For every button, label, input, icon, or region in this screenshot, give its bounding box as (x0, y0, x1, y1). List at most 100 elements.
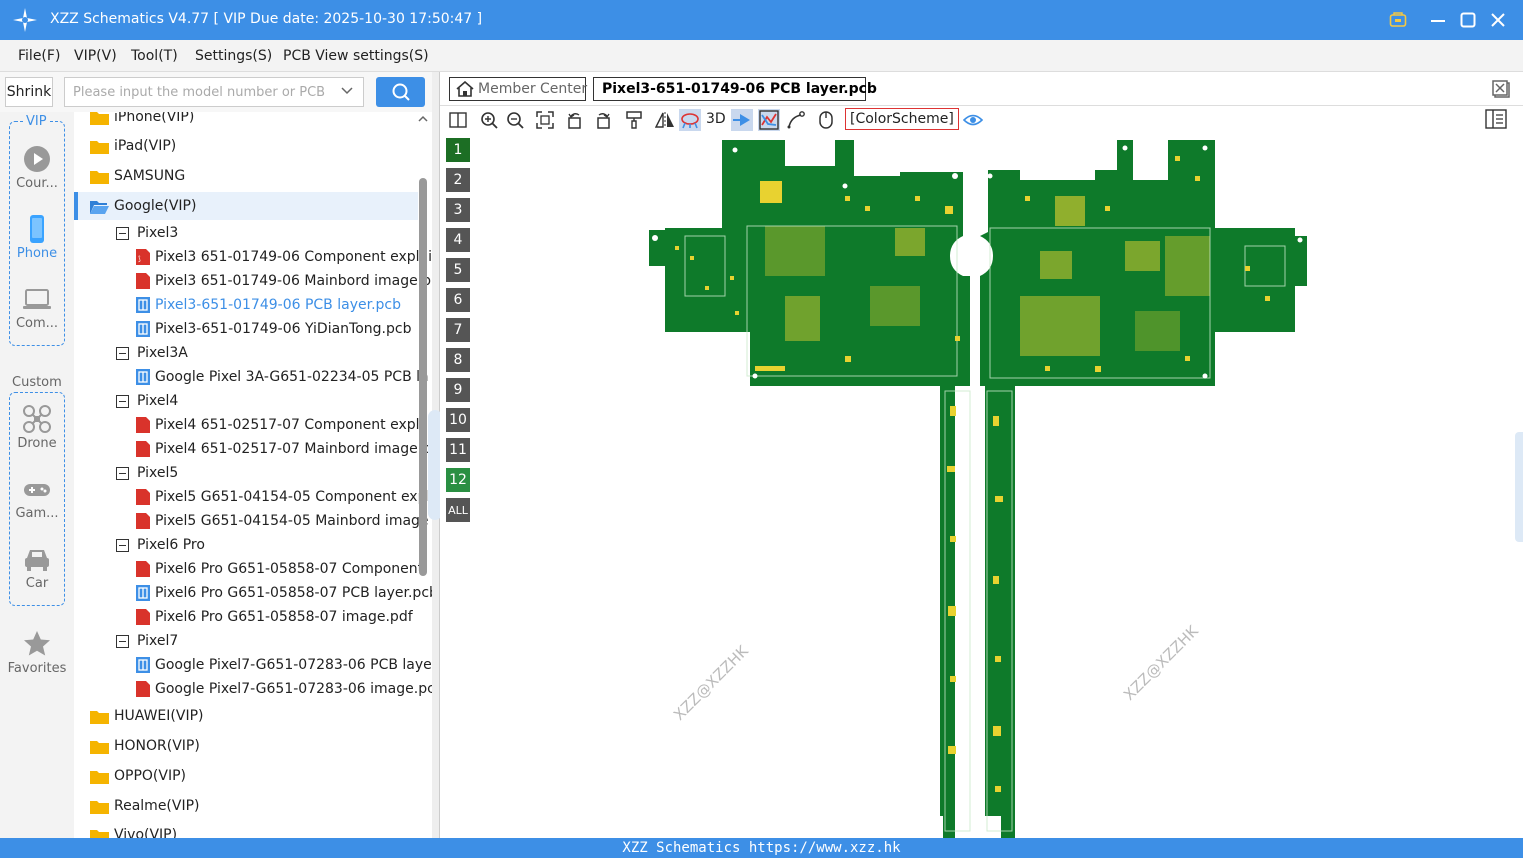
layer-button-4[interactable]: 4 (446, 228, 470, 252)
tree-folder[interactable]: SAMSUNG (90, 164, 432, 188)
collapse-icon[interactable] (116, 394, 129, 408)
mirror-button[interactable] (654, 109, 676, 131)
tree-file[interactable]: Pixel6 Pro G651-05858-07 PCB layer.pcb (136, 581, 432, 605)
tree-file[interactable]: Google Pixel7-G651-07283-06 PCB laye (136, 653, 432, 677)
tree-folder[interactable]: HUAWEI(VIP) (90, 704, 432, 728)
eye-icon (963, 114, 983, 126)
tree-group[interactable]: Pixel4 (116, 389, 432, 413)
right-panel-handle[interactable] (1515, 432, 1523, 542)
flying-line-button[interactable] (731, 109, 753, 131)
search-input[interactable] (64, 77, 364, 107)
pdf-file-icon (136, 489, 150, 505)
tree-folder[interactable]: iPhone(VIP) (90, 112, 432, 129)
rail-item-phone[interactable]: Phone (0, 214, 74, 261)
layer-button-5[interactable]: 5 (446, 258, 470, 282)
close-tab-icon[interactable] (1492, 80, 1512, 100)
menu-pcb-view-settings[interactable]: PCB View settings(S) (283, 48, 429, 64)
visibility-button[interactable] (962, 109, 984, 131)
pcb-file-icon (136, 585, 150, 601)
menu-vip[interactable]: VIP(V) (74, 48, 117, 64)
tree-group[interactable]: Pixel7 (116, 629, 432, 653)
tree-file[interactable]: Pixel6 Pro G651-05858-07 Component (136, 557, 432, 581)
menu-tool[interactable]: Tool(T) (131, 48, 178, 64)
format-painter-button[interactable] (623, 109, 645, 131)
tree-folder-selected[interactable]: Google(VIP) (74, 192, 418, 220)
tab-member-center[interactable]: Member Center (449, 77, 587, 101)
pcb-board-canvas[interactable] (645, 136, 1310, 838)
layer-button-8[interactable]: 8 (446, 348, 470, 372)
tree-scrollbar[interactable] (419, 178, 427, 576)
tree-folder[interactable]: OPPO(VIP) (90, 764, 432, 788)
collapse-icon[interactable] (116, 346, 129, 360)
tree-file[interactable]: Pixel5 G651-04154-05 Component expl (136, 485, 432, 509)
rail-item-games[interactable]: Gam... (0, 474, 74, 521)
layer-button-9[interactable]: 9 (446, 378, 470, 402)
layer-button-11[interactable]: 11 (446, 438, 470, 462)
scroll-up-icon[interactable] (418, 114, 428, 124)
mirror-icon (655, 112, 674, 128)
layer-button-all[interactable]: ALL (446, 498, 470, 522)
close-button[interactable] (1487, 9, 1509, 31)
fit-view-button[interactable] (534, 109, 556, 131)
rail-item-favorites[interactable]: Favorites (0, 629, 74, 676)
tree-group[interactable]: Pixel3 (116, 221, 432, 245)
tree-file-active[interactable]: Pixel3-651-01749-06 PCB layer.pcb (136, 293, 432, 317)
tab-pcb-file[interactable]: Pixel3-651-01749-06 PCB layer.pcb (593, 77, 877, 101)
mouse-mode-button[interactable] (815, 109, 837, 131)
layer-button-3[interactable]: 3 (446, 198, 470, 222)
menu-file[interactable]: File(F) (18, 48, 60, 64)
rotate-left-button[interactable] (564, 109, 586, 131)
toggle-3d-button[interactable]: 3D (706, 111, 726, 127)
minimize-button[interactable] (1427, 9, 1449, 31)
tree-file[interactable]: Pixel3 651-01749-06 Mainbord image.p (136, 269, 432, 293)
wallet-button[interactable] (1387, 9, 1409, 31)
split-view-button[interactable] (447, 109, 469, 131)
tree-group[interactable]: Pixel5 (116, 461, 432, 485)
search-button[interactable] (376, 77, 425, 107)
tree-file[interactable]: Pixel6 Pro G651-05858-07 image.pdf (136, 605, 432, 629)
folder-icon (90, 770, 109, 784)
tree-file[interactable]: ⟆ Pixel3 651-01749-06 Component explai (136, 245, 432, 269)
side-panel-icon[interactable] (1485, 109, 1507, 129)
category-rail: VIP Cour... Phone Com... Custom Drone Ga… (0, 112, 74, 838)
tree-file[interactable]: Pixel5 G651-04154-05 Mainbord image (136, 509, 432, 533)
maximize-button[interactable] (1457, 9, 1479, 31)
net-highlight-button[interactable] (679, 109, 701, 131)
shrink-button[interactable]: Shrink (5, 77, 53, 107)
tree-file[interactable]: Pixel4 651-02517-07 Component explai (136, 413, 432, 437)
collapse-icon[interactable] (116, 538, 129, 552)
rail-item-car[interactable]: Car (0, 544, 74, 591)
rotate-right-button[interactable] (592, 109, 614, 131)
tree-folder[interactable]: Realme(VIP) (90, 794, 432, 818)
tree-group[interactable]: Pixel6 Pro (116, 533, 432, 557)
tree-file[interactable]: Google Pixel7-G651-07283-06 image.pc (136, 677, 432, 701)
rail-item-courses[interactable]: Cour... (0, 144, 74, 191)
zoom-in-button[interactable] (478, 109, 500, 131)
rail-item-computer[interactable]: Com... (0, 284, 74, 331)
collapse-icon[interactable] (116, 634, 129, 648)
layer-button-2[interactable]: 2 (446, 168, 470, 192)
tree-folder[interactable]: HONOR(VIP) (90, 734, 432, 758)
menu-settings[interactable]: Settings(S) (195, 48, 272, 64)
layer-button-6[interactable]: 6 (446, 288, 470, 312)
layer-selector: 1 2 3 4 5 6 7 8 9 10 11 12 ALL (443, 134, 473, 526)
tree-folder[interactable]: Vivo(VIP) (90, 823, 432, 838)
collapse-icon[interactable] (116, 226, 129, 240)
collapse-icon[interactable] (116, 466, 129, 480)
layer-button-10[interactable]: 10 (446, 408, 470, 432)
tree-folder[interactable]: iPad(VIP) (90, 134, 432, 158)
layer-button-1[interactable]: 1 (446, 138, 470, 162)
trace-view-button[interactable] (758, 109, 780, 131)
tree-file[interactable]: Pixel4 651-02517-07 Mainbord image.p (136, 437, 432, 461)
chevron-down-icon[interactable] (340, 84, 354, 98)
play-circle-icon (24, 146, 50, 172)
color-scheme-button[interactable]: [ColorScheme] (845, 108, 959, 130)
zoom-out-button[interactable] (504, 109, 526, 131)
tree-file[interactable]: Google Pixel 3A-G651-02234-05 PCB la (136, 365, 432, 389)
layer-button-12[interactable]: 12 (446, 468, 470, 492)
tree-file[interactable]: Pixel3-651-01749-06 YiDianTong.pcb (136, 317, 432, 341)
layer-button-7[interactable]: 7 (446, 318, 470, 342)
probe-button[interactable] (785, 109, 807, 131)
rail-item-drone[interactable]: Drone (0, 404, 74, 451)
tree-group[interactable]: Pixel3A (116, 341, 432, 365)
